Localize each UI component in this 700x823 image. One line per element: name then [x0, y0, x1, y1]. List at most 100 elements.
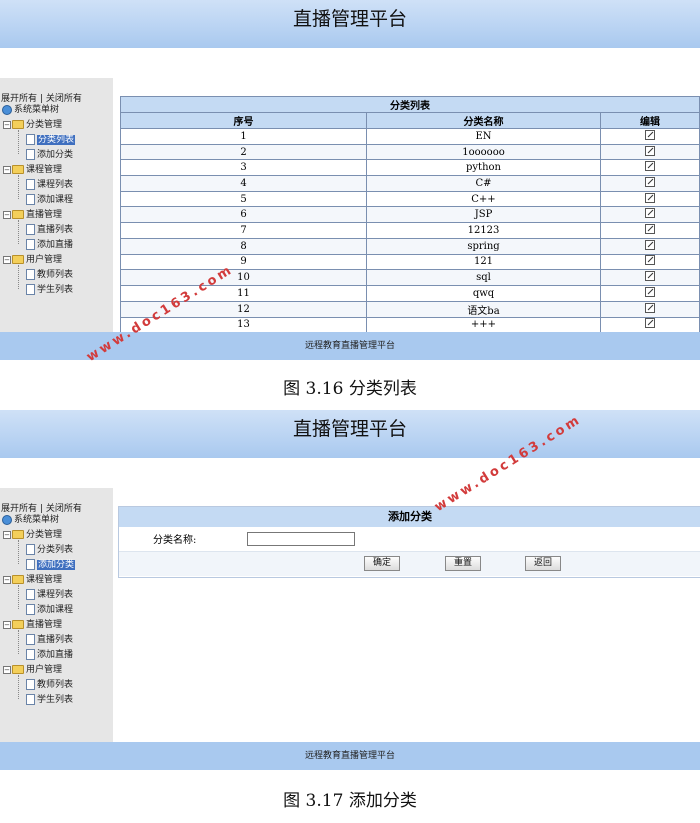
header-bar: 直播管理平台 [0, 0, 700, 48]
confirm-button[interactable]: 确定 [364, 556, 400, 571]
tree-group-label: 分类管理 [26, 120, 63, 130]
cell-name: C++ [366, 190, 601, 208]
header-title: 直播管理平台 [292, 8, 407, 30]
cell-index: 4 [120, 175, 367, 192]
page-icon [26, 694, 35, 705]
collapse-toggle-icon[interactable]: − [3, 620, 11, 629]
cell-edit [600, 128, 700, 145]
tree-item[interactable]: 添加课程 [26, 193, 73, 207]
table-row: 13 +++ [120, 316, 700, 334]
tree-root-icon [2, 104, 12, 115]
cell-index: 10 [120, 269, 367, 286]
collapse-toggle-icon[interactable]: − [3, 210, 11, 219]
table-title: 分类列表 [120, 96, 700, 113]
page-icon [26, 224, 35, 235]
form-buttons: 确定 重置 返回 [119, 552, 700, 576]
page-icon [26, 604, 35, 615]
tree-group[interactable]: − 课程管理 [3, 163, 62, 177]
edit-icon[interactable] [645, 271, 655, 282]
tree-connector [18, 540, 19, 564]
edit-icon[interactable] [645, 129, 655, 140]
tree-item[interactable]: 分类列表 [26, 133, 76, 147]
tree-group[interactable]: − 分类管理 [3, 528, 62, 542]
collapse-toggle-icon[interactable]: − [3, 575, 11, 584]
collapse-toggle-icon[interactable]: − [3, 165, 11, 174]
caption-fig-3-17: 图 3.17 添加分类 [283, 791, 417, 811]
tree-item[interactable]: 课程列表 [26, 588, 73, 602]
edit-icon[interactable] [645, 223, 655, 234]
tree-item[interactable]: 教师列表 [26, 268, 73, 282]
tree-item-label: 添加分类 [37, 560, 76, 570]
table-row: 12 语文ba [120, 300, 700, 318]
tree-group-label: 分类管理 [26, 530, 63, 540]
cell-name: 语文ba [366, 300, 601, 318]
collapse-toggle-icon[interactable]: − [3, 530, 11, 539]
folder-icon [12, 530, 24, 539]
tree-group[interactable]: − 分类管理 [3, 118, 62, 132]
tree-item[interactable]: 添加分类 [26, 148, 73, 162]
tree-item[interactable]: 学生列表 [26, 693, 73, 707]
tree-group[interactable]: − 直播管理 [3, 208, 62, 222]
folder-icon [12, 165, 24, 174]
edit-icon[interactable] [645, 161, 655, 172]
tree-item[interactable]: 添加课程 [26, 603, 73, 617]
tree-group[interactable]: − 直播管理 [3, 618, 62, 632]
tree-item[interactable]: 添加直播 [26, 648, 73, 662]
edit-icon[interactable] [645, 176, 655, 187]
page-icon [26, 559, 35, 570]
edit-icon[interactable] [645, 255, 655, 266]
tree-item[interactable]: 添加直播 [26, 238, 73, 252]
edit-icon[interactable] [645, 302, 655, 313]
tree-group[interactable]: − 用户管理 [3, 253, 62, 267]
page-icon [26, 239, 35, 250]
tree-connector [18, 265, 19, 289]
table-row: 1 EN [120, 128, 700, 145]
back-button[interactable]: 返回 [525, 556, 561, 571]
cell-name: EN [366, 128, 601, 145]
page-icon [26, 149, 35, 160]
edit-icon[interactable] [645, 192, 655, 203]
tree-root[interactable]: 系统菜单树 [2, 103, 59, 117]
tree-item[interactable]: 直播列表 [26, 633, 73, 647]
tree-item-label: 课程列表 [37, 590, 74, 600]
tree-item[interactable]: 直播列表 [26, 223, 73, 237]
table-row: 6 JSP [120, 206, 700, 224]
cell-name: 12123 [366, 222, 601, 239]
tree-item[interactable]: 教师列表 [26, 678, 73, 692]
cell-edit [600, 222, 700, 239]
sidebar: 展开所有 | 关闭所有 系统菜单树 − 分类管理 分类列表 添加分类 − 课程管理 课程列表添… [0, 488, 113, 742]
cell-name: JSP [366, 206, 601, 224]
edit-icon[interactable] [645, 286, 655, 297]
collapse-toggle-icon[interactable]: − [3, 665, 11, 674]
edit-icon[interactable] [645, 145, 655, 156]
tree-item[interactable]: 课程列表 [26, 178, 73, 192]
edit-icon[interactable] [645, 239, 655, 250]
tree-group[interactable]: − 课程管理 [3, 573, 62, 587]
cell-name: C# [366, 175, 601, 192]
edit-icon[interactable] [645, 318, 655, 329]
cell-name: sql [366, 269, 601, 286]
tree-root-label: 系统菜单树 [14, 105, 60, 115]
page-icon [26, 179, 35, 190]
tree-root-label: 系统菜单树 [14, 515, 60, 525]
page-icon [26, 284, 35, 295]
cell-edit [600, 269, 700, 286]
tree-item[interactable]: 分类列表 [26, 543, 73, 557]
category-name-input[interactable] [247, 532, 355, 546]
tree-item-label: 学生列表 [37, 285, 74, 295]
tree-item[interactable]: 添加分类 [26, 558, 76, 572]
tree-item-label: 添加直播 [37, 650, 74, 660]
tree-item-label: 教师列表 [37, 680, 74, 690]
edit-icon[interactable] [645, 208, 655, 219]
reset-button[interactable]: 重置 [445, 556, 481, 571]
tree-root[interactable]: 系统菜单树 [2, 513, 59, 527]
form-title: 添加分类 [119, 507, 700, 527]
cell-name: spring [366, 237, 601, 255]
tree-item-label: 学生列表 [37, 695, 74, 705]
tree-group[interactable]: − 用户管理 [3, 663, 62, 677]
table-row: 7 12123 [120, 222, 700, 239]
tree-item[interactable]: 学生列表 [26, 283, 73, 297]
collapse-toggle-icon[interactable]: − [3, 120, 11, 129]
collapse-toggle-icon[interactable]: − [3, 255, 11, 264]
cell-index: 2 [120, 143, 367, 161]
